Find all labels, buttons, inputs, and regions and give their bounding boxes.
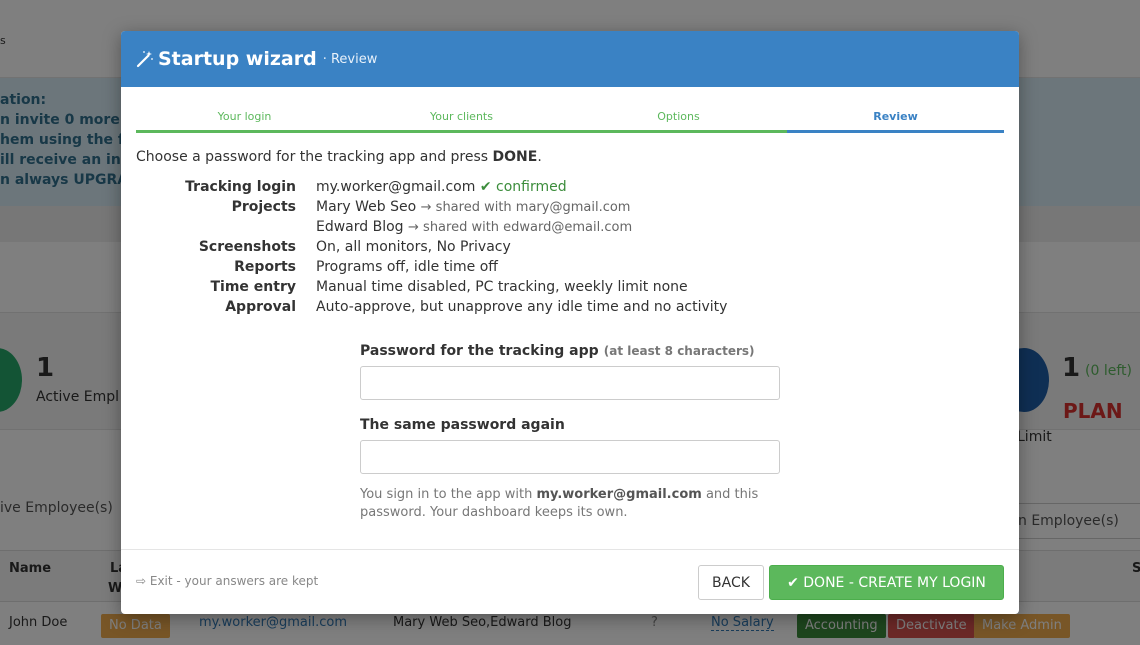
tracking-login-value-group: my.worker@gmail.com ✔ confirmed (316, 179, 567, 195)
approval-label: Approval (225, 299, 296, 315)
intro-done-word: DONE (492, 149, 538, 165)
intro-period: . (537, 149, 542, 165)
help-email: my.worker@gmail.com (536, 487, 702, 502)
summary-row-projects: Projects Mary Web Seo → shared with mary… (136, 199, 936, 219)
project-shared: → shared with mary@gmail.com (420, 200, 631, 215)
time-entry-value: Manual time disabled, PC tracking, weekl… (316, 279, 688, 295)
help-prefix: You sign in to the app with (360, 487, 537, 502)
confirmed-status: ✔ confirmed (479, 179, 567, 195)
review-summary: Tracking login my.worker@gmail.com ✔ con… (136, 179, 936, 319)
exit-icon: ⇨ (136, 574, 150, 588)
password-label: Password for the tracking app (360, 343, 599, 359)
done-create-login-button[interactable]: ✔ DONE - CREATE MY LOGIN (769, 565, 1004, 600)
modal-subtitle: · Review (322, 51, 378, 67)
project-shared: → shared with edward@email.com (408, 220, 633, 235)
step-your-clients[interactable]: Your clients (353, 100, 570, 133)
password-input[interactable] (360, 366, 780, 400)
tracking-login-value: my.worker@gmail.com (316, 179, 476, 195)
project-name: Edward Blog (316, 219, 404, 235)
modal-header: Startup wizard · Review (121, 31, 1019, 87)
step-review[interactable]: Review (787, 100, 1004, 133)
summary-row-login: Tracking login my.worker@gmail.com ✔ con… (136, 179, 936, 199)
password-group: Password for the tracking app (at least … (360, 340, 780, 400)
magic-wand-icon (136, 51, 153, 68)
modal-footer: ⇨ Exit - your answers are kept BACK ✔ DO… (121, 549, 1019, 614)
wizard-steps: Your login Your clients Options Review (136, 100, 1004, 133)
password-hint: (at least 8 characters) (603, 344, 755, 358)
review-intro: Choose a password for the tracking app a… (136, 149, 542, 165)
tracking-login-label: Tracking login (185, 179, 296, 195)
password-repeat-input[interactable] (360, 440, 780, 474)
intro-text: Choose a password for the tracking app a… (136, 149, 493, 165)
project-name: Mary Web Seo (316, 199, 417, 215)
summary-row-screenshots: Screenshots On, all monitors, No Privacy (136, 239, 936, 259)
modal-title: Startup wizard (158, 48, 317, 70)
check-icon: ✔ (787, 574, 804, 591)
summary-row-reports: Reports Programs off, idle time off (136, 259, 936, 279)
reports-label: Reports (234, 259, 296, 275)
project-item: Mary Web Seo → shared with mary@gmail.co… (316, 199, 630, 215)
done-label: DONE - CREATE MY LOGIN (803, 574, 986, 591)
password-help-text: You sign in to the app with my.worker@gm… (360, 486, 780, 522)
time-entry-label: Time entry (210, 279, 297, 295)
projects-label: Projects (231, 199, 296, 215)
project-item: Edward Blog → shared with edward@email.c… (316, 219, 632, 235)
startup-wizard-modal: Startup wizard · Review Your login Your … (121, 31, 1019, 614)
password-repeat-group: The same password again (360, 414, 780, 474)
password-repeat-label: The same password again (360, 417, 565, 433)
step-your-login[interactable]: Your login (136, 100, 353, 133)
exit-link[interactable]: ⇨ Exit - your answers are kept (136, 574, 318, 588)
screenshots-label: Screenshots (198, 239, 296, 255)
summary-row-projects-2: Edward Blog → shared with edward@email.c… (136, 219, 936, 239)
back-button[interactable]: BACK (698, 565, 764, 600)
summary-row-time-entry: Time entry Manual time disabled, PC trac… (136, 279, 936, 299)
reports-value: Programs off, idle time off (316, 259, 498, 275)
step-options[interactable]: Options (570, 100, 787, 133)
exit-label: Exit - your answers are kept (149, 574, 319, 588)
summary-row-approval: Approval Auto-approve, but unapprove any… (136, 299, 936, 319)
approval-value: Auto-approve, but unapprove any idle tim… (316, 299, 728, 315)
screenshots-value: On, all monitors, No Privacy (316, 239, 511, 255)
